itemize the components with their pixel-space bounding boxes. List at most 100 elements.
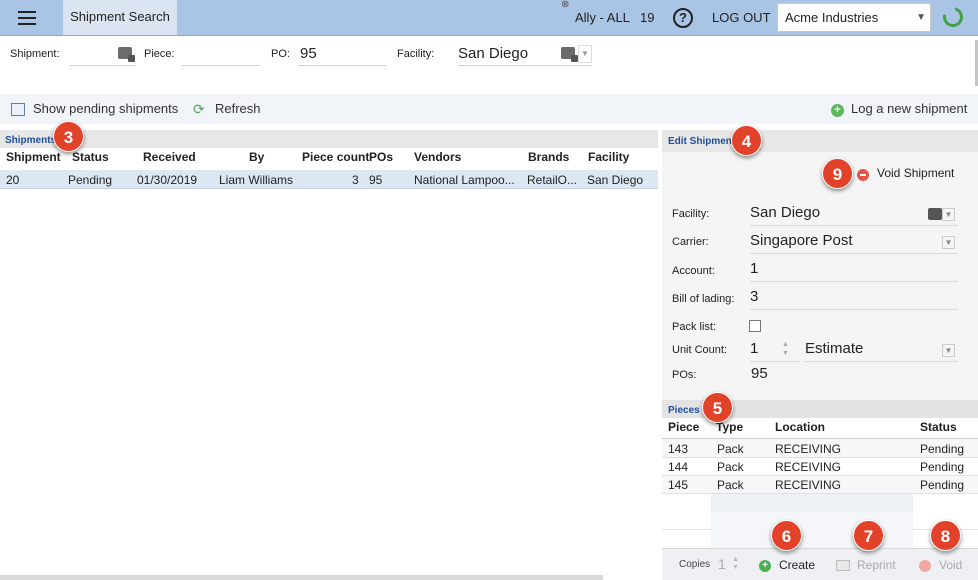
cell-location: RECEIVING: [775, 478, 842, 492]
column-header[interactable]: By: [249, 150, 264, 164]
annotation-badge: 9: [822, 158, 853, 189]
chevron-down-icon[interactable]: ▼: [942, 208, 955, 221]
facility-filter-label: Facility:: [397, 48, 435, 60]
annotation-badge: 8: [930, 520, 961, 551]
bill-of-lading-label: Bill of lading:: [672, 293, 735, 305]
pack-list-checkbox[interactable]: [749, 320, 761, 332]
user-count: 19: [640, 10, 655, 25]
refresh-icon[interactable]: ⟳: [193, 102, 207, 116]
close-circle-icon[interactable]: ⊗: [561, 0, 569, 10]
chevron-down-icon[interactable]: ▼: [942, 236, 955, 249]
column-header[interactable]: Status: [920, 420, 957, 434]
minus-circle-icon[interactable]: [919, 560, 931, 572]
unit-count-value: 1: [750, 340, 759, 357]
cell-status: Pending: [920, 442, 965, 456]
printer-icon[interactable]: [836, 560, 850, 571]
cell-type: Pack: [717, 460, 744, 474]
cell-status: Pending: [920, 460, 965, 474]
column-header[interactable]: Received: [143, 150, 196, 164]
column-header[interactable]: Status: [72, 150, 109, 164]
cell-piece: 144: [668, 460, 689, 474]
log-new-shipment-button[interactable]: Log a new shipment: [851, 101, 967, 116]
piece-filter-input[interactable]: [182, 43, 260, 66]
stepper-arrows-icon[interactable]: ▲ ▼: [782, 340, 789, 358]
logout-button[interactable]: LOG OUT: [712, 10, 771, 25]
cell-location: RECEIVING: [775, 460, 842, 474]
company-select-value: Acme Industries: [785, 10, 879, 25]
list-icon[interactable]: [11, 103, 25, 116]
empty-row: [711, 494, 913, 512]
column-header[interactable]: Piece count: [302, 150, 369, 164]
copies-stepper[interactable]: 1 ▲ ▼: [718, 556, 746, 574]
plus-circle-icon[interactable]: +: [831, 104, 844, 117]
column-header[interactable]: POs: [369, 150, 393, 164]
column-header[interactable]: Facility: [588, 150, 629, 164]
cell-by: Liam Williams: [219, 173, 294, 187]
show-pending-button[interactable]: Show pending shipments: [33, 101, 178, 116]
carrier-label: Carrier:: [672, 236, 709, 248]
facility-label: Facility:: [672, 208, 710, 220]
minus-circle-icon[interactable]: [857, 169, 869, 181]
chevron-down-icon: ▼: [916, 12, 926, 23]
cell-location: RECEIVING: [775, 442, 842, 456]
annotation-badge: 5: [702, 392, 733, 423]
hamburger-menu-icon[interactable]: [8, 6, 48, 30]
pos-value: 95: [751, 365, 768, 382]
user-label[interactable]: Ally - ALL: [575, 10, 630, 25]
chevron-down-icon[interactable]: ▼: [578, 45, 592, 63]
create-button[interactable]: Create: [779, 558, 815, 572]
cell-status: Pending: [920, 478, 965, 492]
unit-count-stepper[interactable]: 1 ▲ ▼: [750, 340, 800, 362]
facility-value: San Diego: [750, 204, 821, 221]
cell-pos: 95: [369, 173, 383, 187]
company-select[interactable]: Acme Industries ▼: [777, 3, 931, 32]
unit-count-label: Unit Count:: [672, 344, 728, 356]
help-icon[interactable]: ?: [673, 8, 693, 28]
pack-list-label: Pack list:: [672, 321, 717, 333]
facility-select[interactable]: San Diego ▼: [750, 204, 958, 226]
po-filter-input[interactable]: 95: [298, 43, 386, 66]
annotation-badge: 7: [853, 520, 884, 551]
refresh-button[interactable]: Refresh: [215, 101, 261, 116]
tab-shipment-search[interactable]: Shipment Search: [63, 0, 177, 35]
reprint-button[interactable]: Reprint: [857, 558, 896, 572]
column-header[interactable]: Brands: [528, 150, 569, 164]
pos-label: POs:: [672, 369, 697, 381]
horizontal-scrollbar[interactable]: [0, 575, 603, 580]
edit-shipment-title: Edit Shipment: [668, 136, 736, 147]
shipments-title: Shipments: [5, 135, 57, 146]
pieces-title: Pieces: [668, 405, 700, 416]
unit-type-select[interactable]: Estimate ▼: [805, 340, 958, 362]
column-header[interactable]: Shipment: [6, 150, 61, 164]
annotation-badge: 3: [53, 121, 84, 152]
cell-received: 01/30/2019: [137, 173, 198, 187]
lookup-card-icon[interactable]: [561, 47, 578, 62]
void-shipment-button[interactable]: Void Shipment: [877, 166, 954, 180]
lookup-card-icon[interactable]: [118, 47, 135, 62]
void-button[interactable]: Void: [939, 558, 962, 572]
facility-filter-value: San Diego: [458, 45, 529, 62]
bill-of-lading-input[interactable]: 3: [750, 288, 958, 310]
chevron-down-icon[interactable]: ▼: [942, 344, 955, 357]
column-header[interactable]: Location: [775, 420, 825, 434]
account-input[interactable]: 1: [750, 260, 958, 282]
carrier-select[interactable]: Singapore Post ▼: [750, 232, 958, 254]
cell-status: Pending: [68, 173, 113, 187]
carrier-value: Singapore Post: [750, 232, 853, 249]
shipments-header: [0, 130, 658, 148]
copies-label: Copies: [679, 559, 711, 570]
cell-shipment: 20: [6, 173, 20, 187]
shipment-filter-label: Shipment:: [10, 48, 60, 60]
account-label: Account:: [672, 265, 715, 277]
plus-circle-icon[interactable]: +: [759, 560, 771, 572]
cell-piece: 145: [668, 478, 689, 492]
po-filter-label: PO:: [271, 48, 290, 60]
column-header[interactable]: Vendors: [414, 150, 461, 164]
cell-brands: RetailO...: [527, 173, 578, 187]
lookup-card-icon[interactable]: [928, 208, 942, 220]
annotation-badge: 4: [731, 125, 762, 156]
cell-facility: San Diego: [587, 173, 644, 187]
cell-vendors: National Lampoo...: [414, 173, 515, 187]
stepper-arrows-icon[interactable]: ▲ ▼: [732, 556, 739, 572]
column-header[interactable]: Piece: [668, 420, 699, 434]
